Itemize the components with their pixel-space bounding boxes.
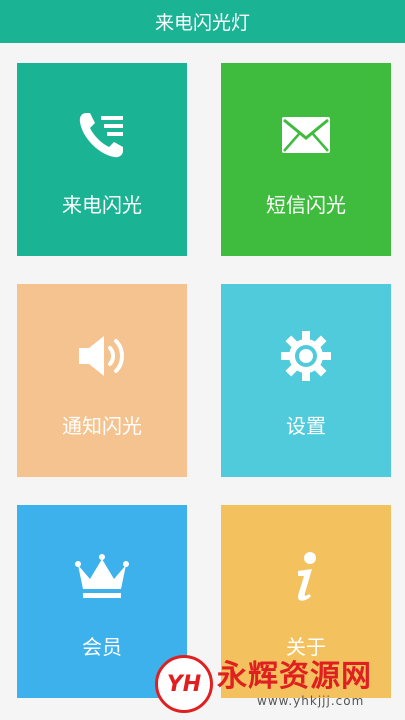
tile-call-flash[interactable]: 来电闪光 — [17, 63, 187, 256]
tile-notification-flash[interactable]: 通知闪光 — [17, 284, 187, 477]
tile-label: 会员 — [82, 635, 122, 659]
info-icon — [278, 549, 334, 605]
watermark-logo-text: YH — [166, 671, 202, 697]
title-bar: 来电闪光灯 — [0, 0, 405, 43]
speaker-icon — [74, 328, 130, 384]
tile-sms-flash[interactable]: 短信闪光 — [221, 63, 391, 256]
tile-label: 通知闪光 — [62, 414, 142, 438]
tile-label: 短信闪光 — [266, 193, 346, 217]
phone-call-icon — [74, 107, 130, 163]
crown-icon — [74, 549, 130, 605]
watermark-url: www.yhkjjj.com — [257, 694, 365, 708]
watermark-title: 永辉资源网 — [217, 659, 372, 694]
gear-icon — [278, 328, 334, 384]
tile-label: 设置 — [286, 414, 326, 438]
tile-settings[interactable]: 设置 — [221, 284, 391, 477]
envelope-icon — [278, 107, 334, 163]
watermark-text: 永辉资源网 www.yhkjjj.com — [217, 659, 372, 709]
watermark: YH 永辉资源网 www.yhkjjj.com — [155, 650, 403, 718]
app-title: 来电闪光灯 — [154, 12, 250, 34]
tile-label: 来电闪光 — [62, 193, 142, 217]
watermark-logo: YH — [155, 655, 213, 713]
